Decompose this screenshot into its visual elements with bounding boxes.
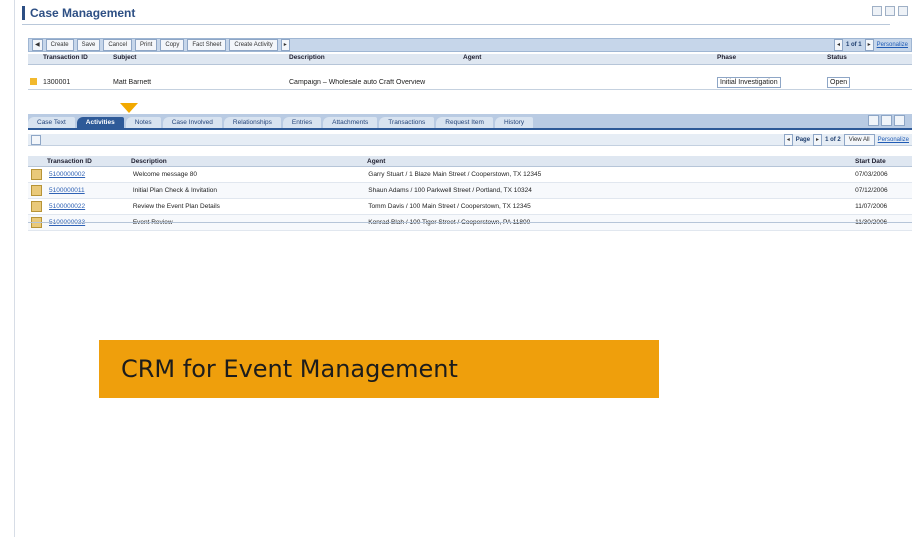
col-activity-agent[interactable]: Agent	[364, 158, 852, 165]
prev-page-icon[interactable]: ◂	[833, 39, 843, 51]
create-activity-button[interactable]: Create Activity	[229, 39, 278, 51]
create-button[interactable]: Create	[45, 39, 74, 51]
table-row[interactable]: 5100000022 Review the Event Plan Details…	[28, 199, 912, 215]
activity-date: 11/07/2006	[855, 203, 888, 210]
new-activity-icon[interactable]	[31, 134, 41, 145]
header-row[interactable]: 1300001 Matt Barnett Campaign – Wholesal…	[28, 75, 912, 90]
activity-agent: Shaun Adams / 100 Parkwell Street / Port…	[368, 187, 532, 194]
col-activity-description[interactable]: Description	[128, 158, 364, 165]
tab-activities[interactable]: Activities	[76, 117, 124, 128]
case-icon	[30, 77, 37, 85]
tab-entries[interactable]: Entries	[282, 117, 322, 128]
maximize-icon[interactable]	[885, 6, 895, 16]
tab-attachments[interactable]: Attachments	[323, 117, 378, 128]
col-transaction-id[interactable]: Transaction ID	[40, 54, 110, 64]
back-icon[interactable]: ◀	[32, 39, 43, 51]
active-tab-pointer	[120, 103, 138, 113]
case-subject[interactable]: Matt Barnett	[110, 79, 286, 86]
tab-case-text[interactable]: Case Text	[28, 117, 75, 128]
col-phase[interactable]: Phase	[714, 54, 824, 64]
save-button[interactable]: Save	[76, 39, 101, 51]
tab-history[interactable]: History	[494, 117, 534, 128]
scroll-left-icon[interactable]	[868, 115, 879, 126]
more-icon[interactable]: ▸	[280, 39, 290, 51]
activities-personalize-link[interactable]: Personalize	[878, 137, 909, 143]
tab-case-involved[interactable]: Case Involved	[162, 117, 222, 128]
activity-description: Initial Plan Check & Invitation	[132, 187, 217, 194]
tab-strip: Case Text Activities Notes Case Involved…	[28, 114, 912, 130]
view-all-button[interactable]: View All	[843, 133, 875, 146]
col-activity-id[interactable]: Transaction ID	[44, 158, 128, 165]
header-columns: Transaction ID Subject Description Agent…	[28, 54, 912, 65]
print-button[interactable]: Print	[135, 39, 158, 51]
table-row[interactable]: 5100000033 Event Review Konrad Blah / 10…	[28, 215, 912, 231]
pager-count: 1 of 2	[825, 136, 841, 143]
scroll-right-icon[interactable]	[881, 115, 892, 126]
phase-select[interactable]: Initial Investigation	[714, 76, 824, 88]
activity-id-link[interactable]: 5100000022	[46, 203, 130, 210]
personalize-link[interactable]: Personalize	[877, 42, 908, 48]
case-id[interactable]: 1300001	[40, 79, 110, 86]
minimize-icon[interactable]	[872, 6, 882, 16]
activity-agent: Tomm Davis / 100 Main Street / Coopersto…	[368, 203, 531, 210]
copy-button[interactable]: Copy	[160, 39, 185, 51]
activity-icon	[31, 169, 42, 180]
activities-table: Transaction ID Description Agent Start D…	[28, 156, 912, 231]
activity-agent: Garry Stuart / 1 Blaze Main Street / Coo…	[368, 171, 542, 178]
activity-id-link[interactable]: 5100000011	[46, 187, 130, 194]
close-icon[interactable]	[898, 6, 908, 16]
col-agent[interactable]: Agent	[460, 54, 714, 64]
activity-date: 07/12/2006	[855, 187, 888, 194]
toolbar-pager: ◂ 1 of 1 ▸ Personalize	[833, 39, 911, 51]
cancel-button[interactable]: Cancel	[103, 39, 133, 51]
activity-icon	[31, 201, 42, 212]
fact-sheet-button[interactable]: Fact Sheet	[187, 39, 227, 51]
activity-description: Review the Event Plan Details	[132, 203, 220, 210]
status-select[interactable]: Open	[824, 76, 912, 88]
table-bottom-border	[28, 222, 912, 223]
tab-notes[interactable]: Notes	[125, 117, 161, 128]
left-border	[14, 0, 15, 537]
activities-header: Transaction ID Description Agent Start D…	[28, 156, 912, 167]
tab-scroll	[868, 115, 905, 126]
callout-banner: CRM for Event Management	[99, 340, 659, 398]
main-toolbar: ◀ Create Save Cancel Print Copy Fact She…	[28, 38, 912, 52]
activity-date: 07/03/2006	[855, 171, 888, 178]
case-description[interactable]: Campaign – Wholesale auto Craft Overview	[286, 79, 714, 86]
tab-menu-icon[interactable]	[894, 115, 905, 126]
page-count: 1 of 1	[845, 42, 862, 48]
activity-description: Welcome message 80	[132, 171, 197, 178]
activities-toolbar: ◂ Page ▸ 1 of 2 View All Personalize	[28, 133, 912, 146]
table-row[interactable]: 5100000002 Welcome message 80 Garry Stua…	[28, 167, 912, 183]
tab-relationships[interactable]: Relationships	[223, 117, 281, 128]
col-description[interactable]: Description	[286, 54, 460, 64]
activity-id-link[interactable]: 5100000002	[46, 171, 130, 178]
pager-prev-icon[interactable]: ◂	[783, 133, 793, 146]
pager-next-icon[interactable]: ▸	[813, 133, 823, 146]
pager-label: Page	[795, 136, 811, 143]
col-subject[interactable]: Subject	[110, 54, 286, 64]
tab-request-item[interactable]: Request Item	[436, 117, 493, 128]
col-status[interactable]: Status	[824, 54, 912, 64]
activity-icon	[31, 185, 42, 196]
title-separator	[22, 24, 890, 25]
next-page-icon[interactable]: ▸	[864, 39, 874, 51]
table-row[interactable]: 5100000011 Initial Plan Check & Invitati…	[28, 183, 912, 199]
page-title: Case Management	[22, 6, 135, 20]
activities-pager: ◂ Page ▸ 1 of 2 View All Personalize	[783, 133, 912, 146]
tab-transactions[interactable]: Transactions	[379, 117, 435, 128]
window-controls	[872, 6, 912, 20]
col-start-date[interactable]: Start Date	[852, 158, 912, 165]
